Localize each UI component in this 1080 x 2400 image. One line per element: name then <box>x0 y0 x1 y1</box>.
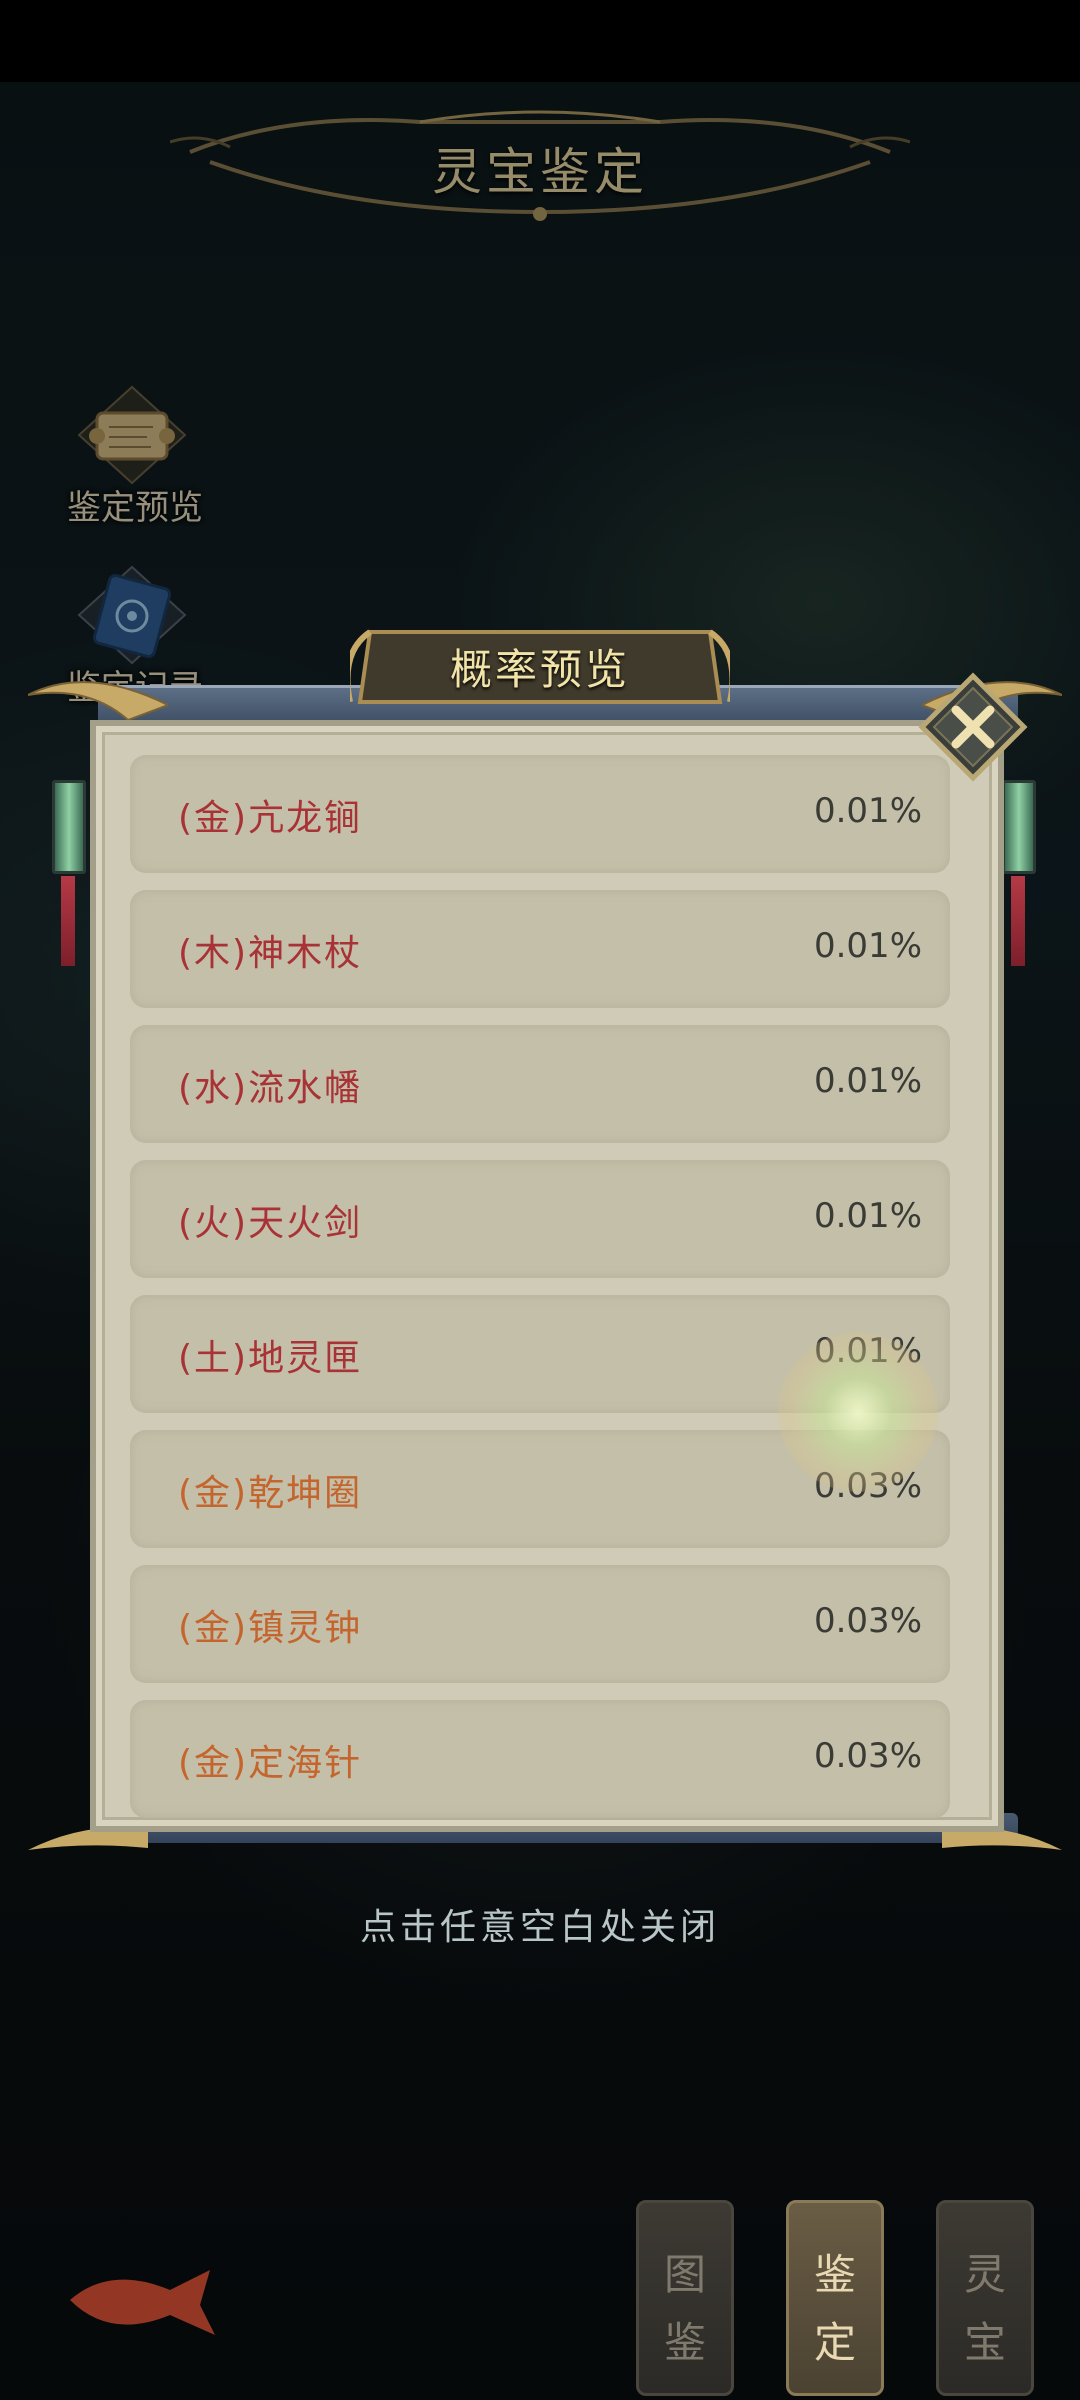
tab-treasure[interactable]: 灵 宝 <box>936 2200 1034 2396</box>
tab-treasure-char-2: 宝 <box>963 2318 1006 2367</box>
list-item: (木)神木杖 0.01% <box>130 890 950 1008</box>
modal-title: 概率预览 <box>449 645 630 694</box>
item-probability: 0.01% <box>813 791 922 831</box>
item-probability: 0.03% <box>813 1736 922 1776</box>
item-name: (金)乾坤圈 <box>178 1473 363 1514</box>
list-item: (金)镇灵钟 0.03% <box>130 1565 950 1683</box>
touch-glow-effect <box>778 1332 938 1492</box>
item-name: (金)镇灵钟 <box>178 1608 363 1649</box>
tab-identify-char-1: 鉴 <box>813 2250 856 2299</box>
tab-identify-char-2: 定 <box>813 2318 856 2367</box>
item-probability: 0.01% <box>813 926 922 966</box>
tab-codex-char-2: 鉴 <box>663 2318 706 2367</box>
status-bar <box>0 0 1080 82</box>
item-probability: 0.01% <box>813 1061 922 1101</box>
item-name: (木)神木杖 <box>178 933 363 974</box>
item-probability: 0.01% <box>813 1196 922 1236</box>
list-item: (金)定海针 0.03% <box>130 1700 950 1818</box>
fish-icon <box>70 2270 215 2335</box>
list-item: (水)流水幡 0.01% <box>130 1025 950 1143</box>
item-name: (金)亢龙锏 <box>178 798 363 839</box>
item-probability: 0.03% <box>813 1601 922 1641</box>
item-name: (水)流水幡 <box>178 1068 363 1109</box>
list-item: (金)亢龙锏 0.01% <box>130 755 950 873</box>
close-hint: 点击任意空白处关闭 <box>359 1907 720 1948</box>
tab-codex[interactable]: 图 鉴 <box>636 2200 734 2396</box>
tab-codex-char-1: 图 <box>663 2250 706 2299</box>
item-name: (土)地灵匣 <box>178 1338 363 1379</box>
item-name: (火)天火剑 <box>178 1203 363 1244</box>
tab-treasure-char-1: 灵 <box>963 2250 1006 2299</box>
list-item: (火)天火剑 0.01% <box>130 1160 950 1278</box>
tab-identify[interactable]: 鉴 定 <box>786 2200 884 2396</box>
item-name: (金)定海针 <box>178 1743 363 1784</box>
